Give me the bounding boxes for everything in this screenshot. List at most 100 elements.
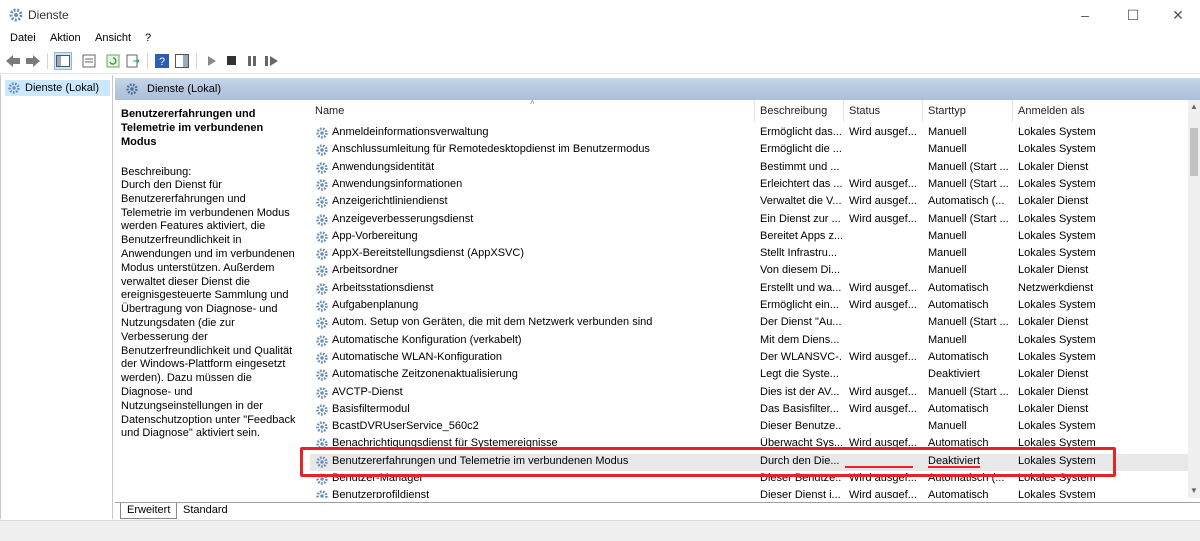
table-row[interactable]: Basisfiltermodul Das Basisfilter... Wird a… — [310, 402, 1188, 419]
back-arrow-icon[interactable] — [4, 52, 22, 70]
table-row[interactable]: Anzeigeverbesserungsdienst Ein Dienst zur… — [310, 212, 1188, 229]
cell-anmelden-als: Lokales System — [1018, 229, 1096, 242]
cell-name: Aufgabenplanung — [332, 299, 419, 311]
forward-arrow-icon[interactable] — [24, 52, 42, 70]
tab-erweitert[interactable]: Erweitert — [120, 503, 178, 519]
cell-beschreibung: Erleichtert das ... — [760, 177, 842, 190]
scroll-thumb[interactable] — [1190, 128, 1198, 176]
cell-beschreibung: Bestimmt und ... — [760, 160, 840, 173]
table-row[interactable]: BcastDVRUserService_560c2 Dieser Benutze.… — [310, 419, 1188, 436]
help-icon[interactable]: ? — [153, 52, 171, 70]
description-pane: Benutzererfahrungen und Telemetrie im ve… — [115, 100, 305, 498]
minimize-button[interactable]: – — [1062, 0, 1108, 30]
cell-beschreibung: Verwaltet die V... — [760, 195, 842, 208]
show-hide-pane-icon[interactable] — [173, 52, 191, 70]
table-row[interactable]: Automatische Konfiguration (verkabelt) Mi… — [310, 333, 1188, 350]
maximize-button[interactable]: ☐ — [1110, 0, 1156, 30]
cell-starttyp: Manuell — [928, 229, 967, 242]
service-gear-icon — [315, 195, 329, 209]
column-status[interactable]: Status — [844, 100, 923, 122]
cell-anmelden-als: Lokaler Dienst — [1018, 402, 1089, 415]
cell-starttyp: Manuell (Start ... — [928, 160, 1009, 173]
cell-name: AppX-Bereitstellungsdienst (AppXSVC) — [332, 247, 524, 260]
column-name[interactable]: Name — [310, 100, 755, 122]
table-row[interactable]: Anmeldeinformationsverwaltung Ermöglicht … — [310, 125, 1188, 142]
cell-beschreibung: Ermöglicht ein... — [760, 299, 839, 311]
cell-beschreibung: Ermöglicht das... — [760, 126, 842, 138]
cell-anmelden-als: Lokaler Dienst — [1018, 264, 1089, 277]
table-row[interactable]: Anwendungsinformationen Erleichtert das .… — [310, 177, 1188, 194]
vertical-scrollbar[interactable]: ▲ ▼ — [1188, 100, 1200, 498]
table-row[interactable]: Anzeigerichtliniendienst Verwaltet die V.… — [310, 194, 1188, 211]
cell-starttyp: Manuell — [928, 126, 967, 138]
cell-name: Benutzerprofildienst — [332, 489, 430, 498]
cell-status: Wird ausgef... — [849, 385, 917, 398]
scroll-down-icon[interactable]: ▼ — [1190, 486, 1198, 495]
cell-status: Wird ausgef... — [849, 195, 917, 208]
table-row[interactable]: Anwendungsidentität Bestimmt und ... Manue… — [310, 160, 1188, 177]
table-row[interactable]: Aufgabenplanung Ermöglicht ein... Wird aus… — [310, 298, 1188, 315]
export-list-icon[interactable] — [124, 52, 142, 70]
menu-datei[interactable]: Datei — [10, 32, 36, 44]
highlight-underline-status — [845, 466, 913, 468]
service-gear-icon — [315, 247, 329, 261]
cell-anmelden-als: Lokales System — [1018, 420, 1096, 433]
cell-anmelden-als: Lokales System — [1018, 247, 1096, 260]
service-gear-icon — [315, 282, 329, 296]
column-beschreibung[interactable]: Beschreibung — [755, 100, 844, 122]
table-row[interactable]: Automatische Zeitzonenaktualisierung Legt… — [310, 367, 1188, 384]
cell-starttyp: Manuell (Start ... — [928, 385, 1009, 398]
pause-service-icon[interactable] — [243, 52, 261, 70]
cell-beschreibung: Der Dienst "Au... — [760, 316, 842, 329]
service-gear-icon — [315, 403, 329, 417]
menu-ansicht[interactable]: Ansicht — [95, 32, 131, 44]
pane-header: Dienste (Lokal) — [115, 78, 1200, 100]
table-row[interactable]: Arbeitsordner Von diesem Di... Manuell Loka… — [310, 263, 1188, 280]
cell-anmelden-als: Lokales System — [1018, 126, 1096, 138]
table-row[interactable]: AppX-Bereitstellungsdienst (AppXSVC) Stel… — [310, 246, 1188, 263]
cell-starttyp: Manuell — [928, 143, 967, 156]
tab-standard[interactable]: Standard — [177, 503, 234, 519]
column-anmelden-als[interactable]: Anmelden als — [1013, 100, 1188, 122]
table-row[interactable]: AVCTP-Dienst Dies ist der AV... Wird ausge… — [310, 385, 1188, 402]
cell-anmelden-als: Lokaler Dienst — [1018, 316, 1089, 329]
cell-starttyp: Manuell — [928, 333, 967, 346]
cell-name: Autom. Setup von Geräten, die mit dem Ne… — [332, 316, 653, 329]
table-row[interactable]: App-Vorbereitung Bereitet Apps z... Manuel… — [310, 229, 1188, 246]
cell-status: Wird ausgef... — [849, 281, 917, 294]
restart-service-icon[interactable] — [263, 52, 281, 70]
cell-beschreibung: Legt die Syste... — [760, 368, 839, 381]
refresh-icon[interactable] — [104, 52, 122, 70]
table-row[interactable]: Anschlussumleitung für Remotedesktopdien… — [310, 142, 1188, 159]
cell-beschreibung: Erstellt und wa... — [760, 281, 842, 294]
properties-sheet-icon[interactable] — [80, 52, 98, 70]
console-tree-icon[interactable] — [54, 52, 72, 70]
cell-status: Wird ausgef... — [849, 299, 917, 311]
cell-beschreibung: Dies ist der AV... — [760, 385, 840, 398]
cell-starttyp: Automatisch — [928, 402, 989, 415]
stop-service-icon[interactable] — [223, 52, 241, 70]
table-row[interactable]: Benutzerprofildienst Dieser Dienst i... Wi… — [310, 488, 1188, 498]
service-gear-icon — [315, 420, 329, 434]
cell-anmelden-als: Lokales System — [1018, 143, 1096, 156]
service-gear-icon — [315, 351, 329, 365]
service-gear-icon — [315, 126, 329, 140]
cell-name: Anschlussumleitung für Remotedesktopdien… — [332, 143, 650, 156]
services-table: ˄ Name Beschreibung Status Starttyp Anme… — [310, 100, 1188, 498]
cell-anmelden-als: Lokales System — [1018, 350, 1096, 363]
cell-name: Automatische Konfiguration (verkabelt) — [332, 333, 522, 346]
cell-starttyp: Manuell — [928, 264, 967, 277]
tree-item-dienste-lokal[interactable]: Dienste (Lokal) — [5, 80, 110, 96]
menu-help[interactable]: ? — [145, 32, 151, 44]
column-starttyp[interactable]: Starttyp — [923, 100, 1013, 122]
start-service-icon[interactable] — [203, 52, 221, 70]
title-bar: Dienste – ☐ ✕ — [0, 0, 1200, 30]
close-button[interactable]: ✕ — [1155, 0, 1200, 30]
table-row[interactable]: Autom. Setup von Geräten, die mit dem Ne… — [310, 315, 1188, 332]
table-row[interactable]: Arbeitsstationsdienst Erstellt und wa... W… — [310, 281, 1188, 298]
service-gear-icon — [315, 178, 329, 192]
scroll-up-icon[interactable]: ▲ — [1190, 102, 1198, 111]
table-row[interactable]: Automatische WLAN-Konfiguration Der WLANS… — [310, 350, 1188, 367]
menu-aktion[interactable]: Aktion — [50, 32, 81, 44]
service-gear-icon — [315, 143, 329, 157]
